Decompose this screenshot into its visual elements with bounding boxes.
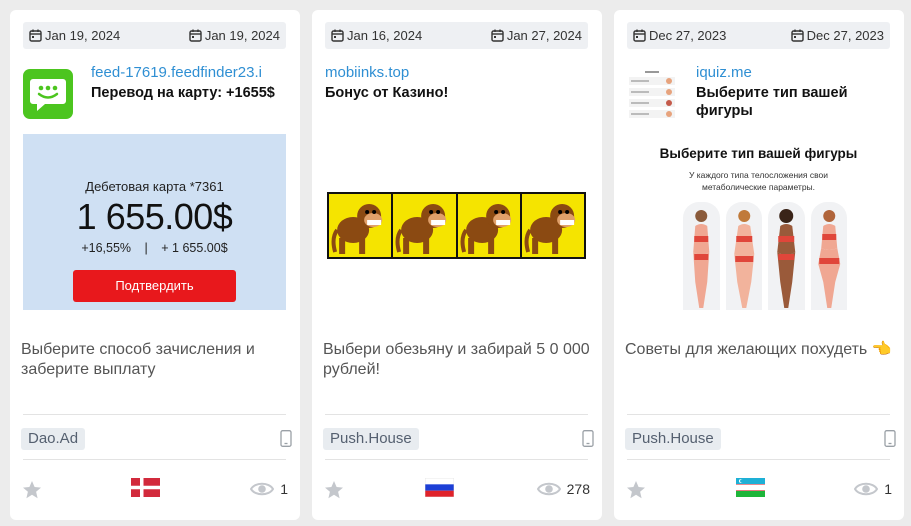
calendar-icon: [29, 29, 42, 42]
monkey-tiles: [327, 192, 586, 259]
divider: [325, 414, 588, 415]
monkey-tile[interactable]: [329, 194, 392, 257]
ad-card[interactable]: Jan 19, 2024 Jan 19, 2024 feed-17619.fee…: [10, 10, 300, 520]
figure-option[interactable]: [810, 202, 847, 310]
end-date: Jan 19, 2024: [189, 27, 280, 44]
start-date: Dec 27, 2023: [633, 27, 726, 44]
divider: [627, 459, 890, 460]
date-bar: Jan 16, 2024 Jan 27, 2024: [325, 22, 588, 49]
creative-subheading: У каждого типа телосложения свои метабол…: [688, 170, 829, 192]
calendar-icon: [331, 29, 344, 42]
ad-card[interactable]: Jan 16, 2024 Jan 27, 2024 mobiinks.top Б…: [312, 10, 602, 520]
ad-creative-image[interactable]: [325, 134, 588, 310]
ad-creative-image[interactable]: Выберите тип вашей фигуры У каждого типа…: [627, 134, 890, 310]
figure-option[interactable]: [725, 202, 762, 310]
uzbekistan-flag: [736, 478, 765, 497]
mobile-icon: [582, 430, 594, 447]
views-counter: 1: [250, 480, 288, 498]
divider: [627, 414, 890, 415]
monkey-tile[interactable]: [521, 194, 584, 257]
calendar-icon: [633, 29, 646, 42]
ad-network-badge[interactable]: Dao.Ad: [21, 428, 86, 450]
star-icon[interactable]: [324, 480, 344, 500]
ad-header: mobiinks.top Бонус от Казино!: [325, 64, 590, 120]
calendar-icon: [491, 29, 504, 42]
divider: [23, 414, 286, 415]
star-icon[interactable]: [22, 480, 42, 500]
amount-details: +16,55% | + 1 655.00$: [81, 241, 228, 255]
mobile-icon: [884, 430, 896, 447]
quiz-thumbnail-icon: [627, 69, 677, 119]
figure-option[interactable]: [768, 202, 805, 310]
ad-description: Советы для желающих похудеть 👈: [625, 341, 892, 358]
monkey-tile[interactable]: [393, 194, 456, 257]
creative-heading: Выберите тип вашей фигуры: [659, 146, 858, 161]
confirm-button[interactable]: Подтвердить: [73, 270, 236, 302]
ad-domain-link[interactable]: iquiz.me: [696, 64, 886, 82]
monkey-icon: [331, 204, 383, 254]
ad-title: Бонус от Казино!: [325, 85, 449, 101]
russia-flag: [425, 478, 454, 497]
ad-network-badge[interactable]: Push.House: [625, 428, 721, 450]
ad-title: Перевод на карту: +1655$: [91, 85, 275, 101]
woman-figure-icon: [693, 210, 710, 308]
calendar-icon: [790, 29, 804, 42]
denmark-flag: [131, 478, 160, 497]
start-date: Jan 19, 2024: [29, 27, 120, 44]
calendar-icon: [189, 29, 202, 42]
divider: [23, 459, 286, 460]
start-date: Jan 16, 2024: [331, 27, 422, 44]
eye-icon: [536, 482, 561, 496]
date-bar: Dec 27, 2023 Dec 27, 2023: [627, 22, 890, 49]
divider: [325, 459, 588, 460]
ad-card[interactable]: Dec 27, 2023 Dec 27, 2023 iquiz.me Выбер…: [614, 10, 904, 520]
ad-network-badge[interactable]: Push.House: [323, 428, 419, 450]
monkey-icon: [524, 204, 575, 254]
ad-description: Выберите способ зачисления и заберите вы…: [21, 341, 255, 378]
chat-app-icon: [23, 69, 73, 119]
woman-figure-icon: [777, 209, 796, 308]
date-bar: Jan 19, 2024 Jan 19, 2024: [23, 22, 286, 49]
woman-figure-icon: [733, 210, 754, 308]
eye-icon: [854, 482, 879, 496]
views-counter: 1: [854, 480, 892, 498]
figure-option[interactable]: [683, 202, 720, 310]
monkey-icon: [395, 204, 447, 254]
ad-domain-link[interactable]: feed-17619.feedfinder23.i: [91, 64, 288, 82]
woman-figure-icon: [817, 210, 840, 308]
card-label: Дебетовая карта *7361: [85, 179, 224, 194]
mobile-icon: [280, 430, 292, 447]
eye-icon: [250, 482, 275, 496]
end-date: Dec 27, 2023: [790, 27, 884, 44]
star-icon[interactable]: [626, 480, 646, 500]
end-date: Jan 27, 2024: [491, 27, 582, 44]
ad-header: iquiz.me Выберите тип вашей фигуры: [627, 64, 892, 120]
ad-domain-link[interactable]: mobiinks.top: [325, 64, 590, 82]
amount: 1 655.00$: [76, 196, 233, 237]
ad-header: feed-17619.feedfinder23.i Перевод на кар…: [23, 64, 288, 120]
monkey-tile[interactable]: [457, 194, 520, 257]
ad-creative-image[interactable]: Дебетовая карта *7361 1 655.00$ +16,55% …: [23, 134, 286, 310]
monkey-icon: [460, 204, 511, 254]
ad-title: Выберите тип вашей фигуры: [696, 85, 848, 119]
body-type-figures: [683, 202, 847, 310]
views-counter: 278: [536, 480, 590, 498]
ad-description: Выбери обезьяну и забирай 5 0 000 рублей…: [323, 341, 590, 378]
